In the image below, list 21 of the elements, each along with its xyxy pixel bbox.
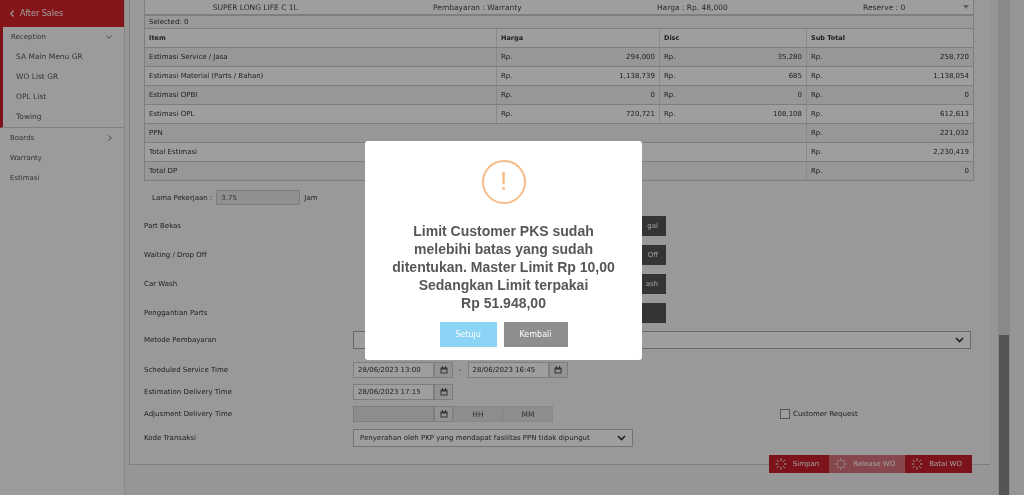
calendar-button[interactable]: [434, 384, 453, 400]
calendar-button[interactable]: [434, 406, 453, 422]
calendar-icon: [439, 366, 448, 374]
cancel-button[interactable]: Kembali: [503, 322, 568, 347]
back-icon: [10, 10, 14, 17]
header-title: After Sales: [20, 9, 64, 18]
alert-message: Limit Customer PKS sudah melebihi batas yang sudah ditentukan. Master Limit Rp 10,00 Sedangkan Limit terpakai Rp 51.948,00: [391, 222, 616, 312]
calendar-button[interactable]: [434, 362, 453, 378]
chevron-down-icon: [617, 435, 626, 441]
calendar-icon: [554, 366, 563, 374]
spinner-icon: [911, 458, 924, 470]
spinner-icon: [835, 458, 848, 470]
spinner-icon: [774, 458, 787, 470]
dropdown-arrow-icon: [963, 5, 969, 9]
sidebar-header[interactable]: After Sales: [0, 0, 124, 27]
calendar-icon: [439, 410, 448, 418]
date-field[interactable]: [353, 406, 434, 422]
chevron-down-icon: [955, 337, 964, 343]
checkbox[interactable]: [780, 409, 790, 419]
scrollbar-thumb[interactable]: [999, 335, 1009, 495]
calendar-icon: [439, 388, 448, 396]
